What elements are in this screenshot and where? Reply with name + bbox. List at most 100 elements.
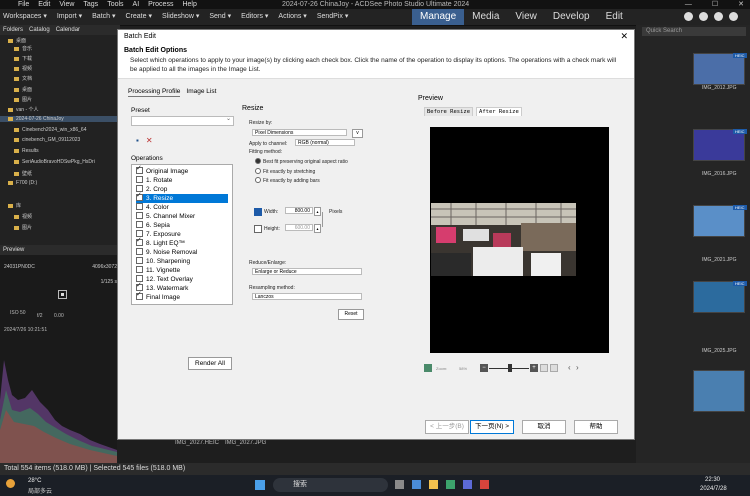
checkbox[interactable] <box>136 191 143 201</box>
zoom-in-button[interactable]: + <box>530 364 538 372</box>
tab-before-resize[interactable]: Before Resize <box>424 107 474 116</box>
operation-item[interactable]: 8. Light EQ™ <box>136 236 228 248</box>
account-icon[interactable] <box>714 12 723 21</box>
mode-media[interactable]: Media <box>464 9 507 25</box>
resample-select[interactable]: Lanczos <box>252 293 362 300</box>
checkbox[interactable] <box>136 257 143 264</box>
operation-item[interactable]: 5. Channel Mixer <box>136 212 228 221</box>
checkbox[interactable] <box>136 176 143 183</box>
width-spinner[interactable]: ▴ <box>314 207 321 216</box>
tab-image-list[interactable]: Image List <box>186 87 216 97</box>
help-button[interactable]: 帮助 <box>574 420 618 434</box>
zoom-slider-thumb[interactable] <box>508 364 512 372</box>
folder-item[interactable]: F700 (D:) <box>8 180 37 186</box>
cancel-button[interactable]: 取消 <box>522 420 566 434</box>
actual-size-icon[interactable] <box>540 364 548 372</box>
fit-icon[interactable] <box>424 364 432 372</box>
batch-button[interactable]: Batch ▾ <box>92 12 115 20</box>
operation-item[interactable]: 2. Crop <box>136 185 228 194</box>
operation-item[interactable]: 1. Rotate <box>136 176 228 185</box>
radio-button[interactable] <box>255 158 261 164</box>
folder-item[interactable]: Results <box>14 148 39 154</box>
menu-process[interactable]: Process <box>148 0 173 9</box>
create-button[interactable]: Create ▾ <box>126 12 152 20</box>
operation-item[interactable]: Final Image <box>136 290 228 302</box>
mode-edit[interactable]: Edit <box>598 9 631 25</box>
taskbar-search[interactable]: 搜索 <box>273 478 388 492</box>
preset-select[interactable]: ⌄ <box>131 116 234 126</box>
app-icon[interactable] <box>463 480 472 489</box>
reduce-select[interactable]: Enlarge or Reduce <box>252 268 362 275</box>
checkbox[interactable] <box>136 212 143 219</box>
previous-icon[interactable]: ‹ <box>568 363 571 372</box>
resize-by-select[interactable]: Pixel Dimensions <box>252 129 347 136</box>
tab-calendar[interactable]: Calendar <box>56 25 80 35</box>
slideshow-button[interactable]: Slideshow ▾ <box>162 12 199 20</box>
folder-item[interactable]: 库 <box>8 202 21 209</box>
folder-item[interactable]: cinebench_GM_09112023 <box>14 137 80 143</box>
operation-item[interactable]: 12. Text Overlay <box>136 275 228 284</box>
send-button[interactable]: Send ▾ <box>209 12 231 20</box>
menu-tags[interactable]: Tags <box>83 0 98 9</box>
close-icon[interactable]: ✕ <box>738 0 744 9</box>
start-icon[interactable] <box>255 480 265 490</box>
operation-item[interactable]: Original Image <box>136 164 228 176</box>
thumbnail-image[interactable] <box>693 370 745 412</box>
fit-option[interactable]: Fit exactly by stretching <box>255 168 315 175</box>
next-icon[interactable]: › <box>576 363 579 372</box>
render-all-button[interactable]: Render All <box>188 357 232 370</box>
stats-icon[interactable] <box>699 12 708 21</box>
operation-item[interactable]: 4. Color <box>136 203 228 212</box>
workspaces-button[interactable]: Workspaces ▾ <box>3 12 47 20</box>
settings-icon[interactable] <box>729 12 738 21</box>
next-button[interactable]: 下一页(N) > <box>470 420 514 434</box>
radio-button[interactable] <box>255 177 261 183</box>
menu-ai[interactable]: AI <box>133 0 140 9</box>
delete-icon[interactable]: ✕ <box>146 136 153 145</box>
width-checkbox[interactable] <box>254 208 262 216</box>
operation-item[interactable]: 10. Sharpening <box>136 257 228 266</box>
expand-button[interactable]: v <box>352 129 363 138</box>
folder-item[interactable]: 壁纸 <box>14 170 32 177</box>
fit-window-icon[interactable] <box>550 364 558 372</box>
folder-item[interactable]: van - 个人 <box>8 106 39 113</box>
tab-catalog[interactable]: Catalog <box>29 25 50 35</box>
folder-item[interactable]: SeriAudioBravoHDSwPkg_HsDri <box>14 159 95 165</box>
folder-item[interactable]: Cinebench2024_win_x86_64 <box>14 127 87 133</box>
checkbox[interactable] <box>136 266 143 273</box>
menu-help[interactable]: Help <box>182 0 196 9</box>
app-icon[interactable] <box>412 480 421 489</box>
folder-item[interactable]: 音乐 <box>14 45 32 52</box>
checkbox[interactable] <box>136 248 143 255</box>
app-icon[interactable] <box>429 480 438 489</box>
app-icon[interactable] <box>395 480 404 489</box>
folder-item[interactable]: 图片 <box>14 224 32 231</box>
operation-item[interactable]: 6. Sepia <box>136 221 228 230</box>
folder-item[interactable]: 图片 <box>14 96 32 103</box>
channel-select[interactable]: RGB (normal) <box>295 139 355 146</box>
import-button[interactable]: Import ▾ <box>57 12 82 20</box>
fit-option[interactable]: Fit exactly by adding bars <box>255 177 320 184</box>
menu-edit[interactable]: Edit <box>38 0 50 9</box>
folder-item[interactable]: 桌面 <box>14 86 32 93</box>
sendpix-button[interactable]: SendPix ▾ <box>317 12 349 20</box>
menu-view[interactable]: View <box>59 0 74 9</box>
tab-folders[interactable]: Folders <box>3 25 23 35</box>
height-spinner[interactable]: ▴ <box>314 224 321 233</box>
fit-option[interactable]: Best fit preserving original aspect rati… <box>255 158 348 165</box>
operation-item[interactable]: 13. Watermark <box>136 281 228 293</box>
operation-item[interactable]: 11. Vignette <box>136 266 228 275</box>
checkbox[interactable] <box>136 221 143 228</box>
height-checkbox[interactable] <box>254 225 262 233</box>
checkbox[interactable] <box>136 164 143 174</box>
folder-item[interactable]: 文档 <box>14 75 32 82</box>
dashboard-icon[interactable] <box>684 12 693 21</box>
mode-develop[interactable]: Develop <box>545 9 598 25</box>
folder-item[interactable]: 桌面 <box>8 37 26 44</box>
tab-after-resize[interactable]: After Resize <box>476 107 522 116</box>
checkbox[interactable] <box>136 236 143 246</box>
width-input[interactable]: 800.00 <box>285 207 313 214</box>
operation-item[interactable]: 7. Exposure <box>136 230 228 239</box>
radio-button[interactable] <box>255 168 261 174</box>
checkbox[interactable] <box>136 203 143 210</box>
